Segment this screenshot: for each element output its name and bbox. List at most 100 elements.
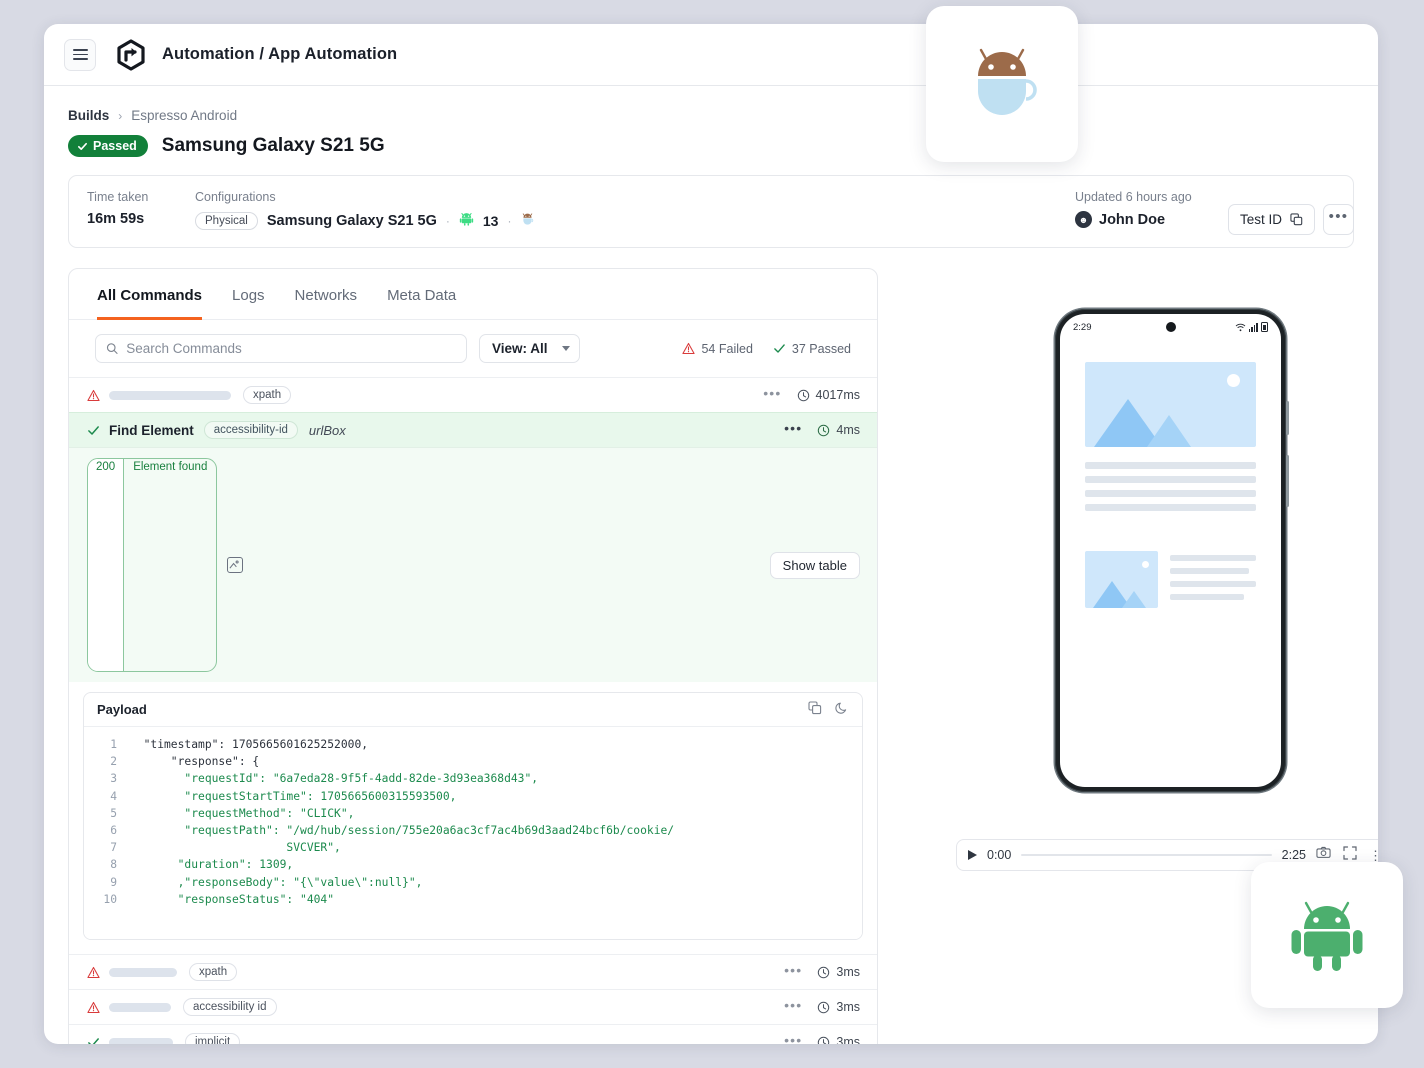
payload-tools: [808, 701, 849, 718]
ellipsis-icon[interactable]: •••: [763, 391, 781, 400]
tab-all-commands[interactable]: All Commands: [97, 270, 202, 320]
line-text: "duration": 1309,: [130, 856, 293, 873]
separator-dot: ·: [446, 214, 450, 228]
failed-count: 54 Failed: [682, 342, 752, 356]
screen-root: Automation / App Automation Builds › Esp…: [0, 0, 1424, 1068]
device-name: Samsung Galaxy S21 5G: [267, 213, 437, 229]
view-filter-label: View: All: [492, 341, 548, 356]
line-number: 10: [84, 891, 130, 908]
wifi-icon: [1235, 323, 1246, 332]
line-number: 4: [84, 788, 130, 805]
video-total-time: 2:25: [1282, 848, 1306, 862]
line-text: "requestId": "6a7eda28-9f5f-4add-82de-3d…: [130, 770, 538, 787]
video-progress-slider[interactable]: [1021, 854, 1271, 856]
clock-icon: [797, 389, 810, 402]
breadcrumb-builds[interactable]: Builds: [68, 108, 109, 123]
browserstack-logo-icon: [114, 38, 148, 72]
ellipsis-icon[interactable]: •••: [784, 1003, 802, 1012]
test-id-label: Test ID: [1240, 212, 1282, 227]
android-icon: [459, 211, 474, 231]
title-row: Passed Samsung Galaxy S21 5G: [68, 135, 1354, 157]
code-line: 1 "timestamp": 1705665601625252000,: [84, 736, 862, 753]
skeleton-text-block: [1085, 462, 1256, 511]
image-icon[interactable]: [227, 557, 243, 573]
line-text: "response": {: [130, 753, 259, 770]
duration-label: 4ms: [836, 423, 860, 437]
counts-group: 54 Failed 37 Passed: [682, 342, 851, 356]
search-icon: [106, 342, 118, 355]
code-line: 3 "requestId": "6a7eda28-9f5f-4add-82de-…: [84, 770, 862, 787]
response-status-text: Element found: [123, 459, 216, 671]
response-status-code: 200: [88, 459, 123, 671]
row-actions: ••• 4017ms: [763, 388, 860, 402]
tab-logs[interactable]: Logs: [232, 270, 265, 320]
code-line: 2 "response": {: [84, 753, 862, 770]
row-actions: ••• 4ms: [784, 423, 860, 437]
response-status-badge: 200 Element found: [87, 458, 217, 672]
search-input[interactable]: [126, 341, 456, 356]
duration: 3ms: [817, 1035, 860, 1044]
code-line: 4 "requestStartTime": 170566560031559350…: [84, 788, 862, 805]
breadcrumb: Builds › Espresso Android: [68, 108, 1354, 123]
table-row[interactable]: Find Element accessibility-id urlBox •••…: [69, 412, 877, 447]
espresso-android-icon: [960, 40, 1044, 129]
copy-icon[interactable]: [808, 701, 822, 718]
breadcrumb-separator-icon: ›: [118, 109, 122, 123]
video-current-time: 0:00: [987, 848, 1011, 862]
duration-label: 3ms: [836, 1000, 860, 1014]
table-row[interactable]: xpath ••• 4017ms: [69, 377, 877, 412]
hamburger-icon[interactable]: [64, 39, 96, 71]
configurations-block: Configurations Physical Samsung Galaxy S…: [195, 190, 1075, 231]
code-line: 10 "responseStatus": "404": [84, 891, 862, 908]
code-line: 5 "requestMethod": "CLICK",: [84, 805, 862, 822]
info-panel: Time taken 16m 59s Configurations Physic…: [68, 175, 1354, 248]
line-number: 8: [84, 856, 130, 873]
more-options-button[interactable]: •••: [1323, 204, 1354, 235]
table-row[interactable]: accessibility id ••• 3ms: [69, 989, 877, 1024]
passed-count-label: 37 Passed: [792, 342, 851, 356]
command-name-placeholder: [109, 1038, 173, 1045]
phone-power-button: [1286, 455, 1289, 507]
code-line: 9 ,"responseBody": "{\"value\":null}",: [84, 874, 862, 891]
vertical-ellipsis-icon[interactable]: ⋮: [1369, 849, 1378, 862]
top-bar: Automation / App Automation: [44, 24, 1378, 86]
camera-punch-hole: [1166, 322, 1176, 332]
line-number: 6: [84, 822, 130, 839]
user-name: John Doe: [1099, 212, 1165, 228]
table-row[interactable]: implicit ••• 3ms: [69, 1024, 877, 1044]
os-version: 13: [483, 213, 499, 229]
command-name-placeholder: [109, 968, 177, 977]
payload-code: 1 "timestamp": 1705665601625252000, 2 "r…: [84, 727, 862, 939]
show-table-button[interactable]: Show table: [770, 552, 860, 579]
tab-bar: All Commands Logs Networks Meta Data: [69, 269, 877, 320]
battery-icon: [1261, 322, 1268, 332]
ellipsis-icon[interactable]: •••: [784, 968, 802, 977]
page-title: Automation / App Automation: [162, 45, 397, 64]
ellipsis-icon[interactable]: •••: [784, 1038, 802, 1045]
moon-icon[interactable]: [835, 701, 849, 718]
commands-card: All Commands Logs Networks Meta Data: [68, 268, 878, 1044]
table-row[interactable]: xpath ••• 3ms: [69, 954, 877, 989]
phone-volume-button: [1286, 401, 1289, 435]
check-icon: [77, 141, 88, 152]
app-content-skeleton: [1060, 340, 1281, 608]
tab-meta-data[interactable]: Meta Data: [387, 270, 456, 320]
search-box[interactable]: [95, 334, 467, 363]
test-id-button[interactable]: Test ID: [1228, 204, 1315, 235]
play-icon[interactable]: [968, 850, 977, 860]
device-screen[interactable]: 2:29: [1060, 314, 1281, 787]
user-avatar-icon: ☻: [1075, 211, 1092, 228]
separator-dot-2: ·: [507, 214, 511, 228]
ellipsis-icon: •••: [1329, 214, 1349, 220]
clock-icon: [817, 424, 830, 437]
skeleton-text-block-small: [1170, 551, 1256, 608]
android-robot-icon: [1286, 892, 1368, 979]
code-line: 6 "requestPath": "/wd/hub/session/755e20…: [84, 822, 862, 839]
status-badge-label: Passed: [93, 139, 137, 153]
tab-networks[interactable]: Networks: [295, 270, 358, 320]
payload-header: Payload: [84, 693, 862, 727]
view-filter-dropdown[interactable]: View: All: [479, 334, 580, 363]
check-icon: [87, 424, 109, 437]
ellipsis-icon[interactable]: •••: [784, 426, 802, 435]
cellular-signal-icon: [1249, 323, 1258, 332]
